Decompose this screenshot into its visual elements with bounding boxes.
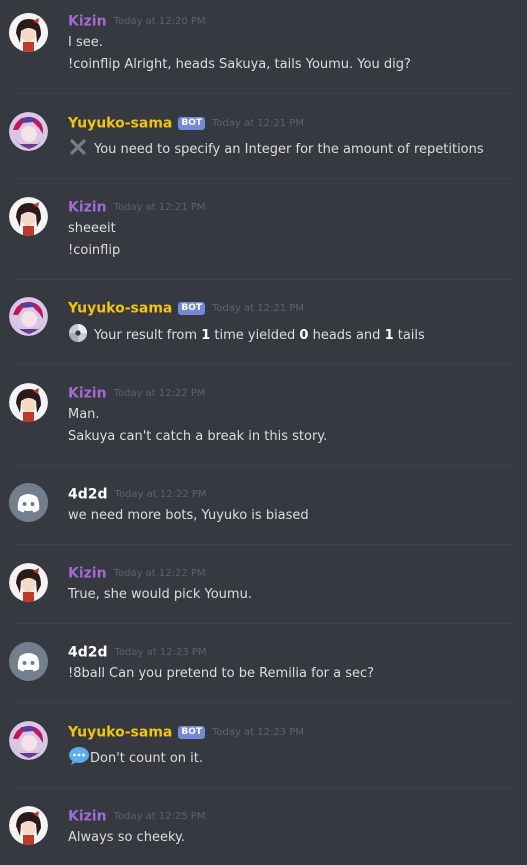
- cross-mark-icon: [68, 137, 88, 157]
- bot-badge: BOT: [178, 302, 206, 315]
- avatar[interactable]: [9, 642, 48, 681]
- chat-log: Kizin Today at 12:20 PM I see. !coinflip …: [0, 0, 527, 865]
- message-divider: [12, 544, 515, 545]
- bot-badge: BOT: [178, 726, 206, 739]
- timestamp: Today at 12:22 PM: [113, 568, 206, 579]
- avatar[interactable]: [9, 297, 48, 336]
- message-text: we need more bots, Yuyuko is biased: [68, 508, 309, 523]
- message-text: True, she would pick Youmu.: [68, 587, 252, 602]
- disc-icon: [68, 323, 88, 343]
- message-text: You need to specify an Integer for the a…: [68, 137, 484, 159]
- timestamp: Today at 12:23 PM: [114, 647, 207, 658]
- message-divider: [12, 465, 515, 466]
- discord-default-avatar-icon: [9, 483, 48, 522]
- author-name[interactable]: 4d2d: [68, 645, 108, 661]
- message-text: Don't count on it.: [68, 746, 203, 768]
- timestamp: Today at 12:21 PM: [212, 118, 304, 129]
- discord-default-avatar-icon: [9, 642, 48, 681]
- author-name[interactable]: Yuyuko-sama: [68, 301, 172, 317]
- avatar[interactable]: [9, 13, 48, 52]
- message-divider: [12, 623, 515, 624]
- message-text: sheeeit: [68, 221, 116, 236]
- author-name[interactable]: Kizin: [68, 200, 107, 216]
- author-name[interactable]: Yuyuko-sama: [68, 116, 172, 132]
- timestamp: Today at 12:20 PM: [113, 16, 206, 27]
- author-name[interactable]: Kizin: [68, 14, 107, 30]
- avatar[interactable]: [9, 197, 48, 236]
- timestamp: Today at 12:25 PM: [113, 811, 206, 822]
- timestamp: Today at 12:23 PM: [212, 727, 304, 738]
- avatar[interactable]: [9, 563, 48, 602]
- author-name[interactable]: Kizin: [68, 566, 107, 582]
- timestamp: Today at 12:22 PM: [113, 388, 206, 399]
- avatar[interactable]: [9, 112, 48, 151]
- message-divider: [12, 364, 515, 365]
- bot-badge: BOT: [178, 117, 206, 130]
- message-divider: [12, 787, 515, 788]
- timestamp: Today at 12:22 PM: [114, 489, 207, 500]
- message-text: !coinflip: [68, 243, 121, 258]
- message-text: !8ball Can you pretend to be Remilia for…: [68, 666, 375, 681]
- author-name[interactable]: Kizin: [68, 809, 107, 825]
- message-text: !coinflip Alright, heads Sakuya, tails Y…: [68, 57, 411, 72]
- avatar[interactable]: [9, 806, 48, 845]
- avatar[interactable]: [9, 721, 48, 760]
- author-name[interactable]: 4d2d: [68, 487, 108, 503]
- message-text: Always so cheeky.: [68, 830, 185, 845]
- timestamp: Today at 12:21 PM: [113, 202, 206, 213]
- message-divider: [12, 178, 515, 179]
- timestamp: Today at 12:21 PM: [212, 303, 304, 314]
- message-text: Sakuya can't catch a break in this story…: [68, 429, 328, 444]
- message-divider: [12, 279, 515, 280]
- avatar[interactable]: [9, 483, 48, 522]
- message-text: I see.: [68, 35, 103, 50]
- author-name[interactable]: Yuyuko-sama: [68, 725, 172, 741]
- message-text: Man.: [68, 407, 100, 422]
- avatar[interactable]: [9, 383, 48, 422]
- message-text: Your result from 1 time yielded 0 heads …: [68, 323, 425, 345]
- message-divider: [12, 93, 515, 94]
- author-name[interactable]: Kizin: [68, 386, 107, 402]
- speech-balloon-icon: [68, 746, 89, 766]
- message-divider: [12, 702, 515, 703]
